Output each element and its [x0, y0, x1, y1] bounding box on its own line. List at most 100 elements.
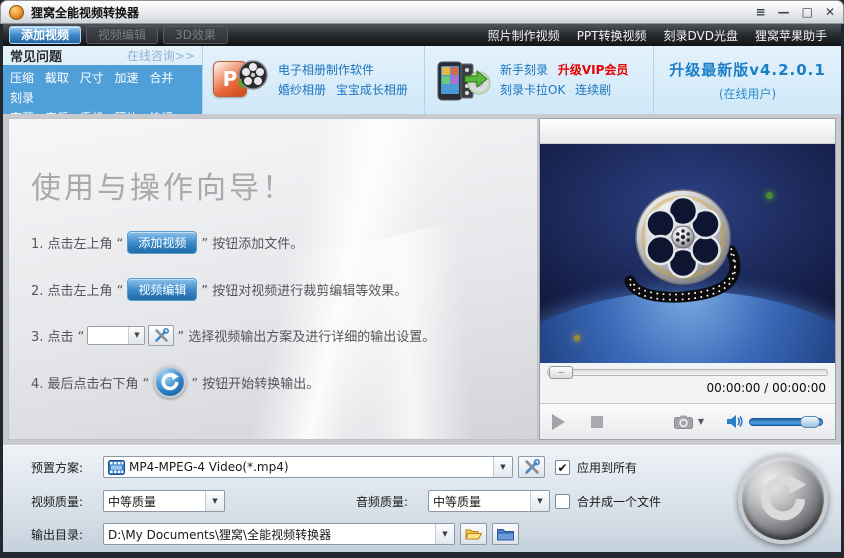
audio-quality-combobox[interactable]: 中等质量 ▼: [428, 490, 550, 512]
audio-quality-value: 中等质量: [433, 494, 482, 509]
volume-slider[interactable]: [749, 415, 823, 428]
preset-settings-button[interactable]: [518, 456, 545, 478]
output-dir-label: 输出目录:: [31, 527, 84, 542]
preview-panel: − 00:00:00 / 00:00:00 ▼: [539, 118, 836, 440]
close-icon[interactable]: ✕: [825, 5, 835, 19]
merge-checkbox[interactable]: [555, 494, 570, 509]
step3-preset-dropdown[interactable]: ▼: [87, 326, 146, 345]
title-bar: 狸窝全能视频转换器 ≡ — □ ✕: [0, 0, 844, 24]
tab-video-edit[interactable]: 视频编辑: [86, 26, 159, 44]
output-dir-value: D:\My Documents\狸窝\全能视频转换器: [108, 527, 332, 542]
faq-link-compress[interactable]: 压缩: [10, 71, 34, 85]
guide-step-3: 3. 点击 “ ▼ ” 选择视频输出方案及进行详细的输出设置。: [31, 325, 537, 346]
top-menu: 照片制作视频 PPT转换视频 刻录DVD光盘 狸窝苹果助手: [488, 27, 835, 44]
folder-icon: [497, 528, 514, 540]
video-screen: [540, 144, 835, 363]
minimize-icon[interactable]: —: [778, 5, 790, 19]
seek-handle[interactable]: −: [549, 366, 573, 379]
video-quality-label: 视频质量:: [31, 494, 84, 509]
convert-arrow-icon: [760, 474, 807, 521]
seek-track[interactable]: −: [547, 366, 828, 379]
tab-3d-effect[interactable]: 3D效果: [163, 26, 228, 44]
preset-combobox[interactable]: MP4-MPEG-4 Video(*.mp4) ▼: [103, 456, 513, 478]
convert-button[interactable]: [738, 454, 828, 544]
album-promo-line1[interactable]: 电子相册制作软件: [278, 60, 408, 80]
time-display: 00:00:00 / 00:00:00: [706, 381, 826, 395]
guide-title: 使用与操作向导！: [31, 171, 295, 206]
app-window: { "window": { "title": "狸窝全能视频转换器", "con…: [0, 0, 844, 558]
chevron-down-icon[interactable]: ▼: [128, 327, 145, 344]
preset-value: MP4-MPEG-4 Video(*.mp4): [129, 460, 289, 474]
open-folder-button[interactable]: [460, 523, 487, 545]
audio-quality-label: 音频质量:: [356, 494, 409, 509]
menu-item-photo-to-video[interactable]: 照片制作视频: [488, 27, 560, 44]
volume-icon[interactable]: [726, 414, 743, 429]
convert-hint-icon: [154, 366, 187, 398]
guide-step-2: 2. 点击左上角 “ 视频编辑 ” 按钮对视频进行裁剪编辑等效果。: [31, 278, 537, 301]
burn-promo[interactable]: 新手刻录 升级VIP会员 刻录卡拉OK 连续剧: [425, 46, 654, 114]
step2-text-post: ” 按钮对视频进行裁剪编辑等效果。: [201, 284, 408, 299]
newbie-burn-link[interactable]: 新手刻录: [500, 63, 548, 77]
merge-label: 合并成一个文件: [577, 495, 662, 509]
apply-all-label: 应用到所有: [577, 461, 638, 475]
faq-link-burn[interactable]: 刻录: [10, 91, 34, 105]
snapshot-camera-icon[interactable]: [673, 415, 693, 429]
step3-text-post: ” 选择视频输出方案及进行详细的输出设置。: [177, 330, 436, 345]
film-reel-icon: [238, 60, 268, 90]
karaoke-burn-link[interactable]: 刻录卡拉OK: [500, 83, 565, 97]
upgrade-vip-link[interactable]: 升级VIP会员: [558, 63, 629, 77]
promo-header: 常见问题 在线咨询>> 压缩 截取 尺寸 加速 合并 刻录 字幕 音乐 手机 照…: [3, 46, 841, 128]
step3-settings-button[interactable]: [148, 325, 175, 346]
check-icon: ✔: [557, 461, 568, 475]
faq-title: 常见问题: [10, 50, 63, 65]
open-folder-icon: [464, 529, 482, 540]
browse-folder-button[interactable]: [492, 523, 519, 545]
menu-item-ppt-to-video[interactable]: PPT转换视频: [577, 27, 647, 44]
chevron-down-icon[interactable]: ▼: [530, 491, 549, 511]
faq-link-clip[interactable]: 截取: [45, 71, 69, 85]
chevron-down-icon[interactable]: ▼: [493, 457, 512, 477]
faq-link-size[interactable]: 尺寸: [80, 71, 104, 85]
window-menu-icon[interactable]: ≡: [756, 5, 766, 19]
apply-all-checkbox[interactable]: ✔: [555, 460, 570, 475]
preview-toolbar: [540, 119, 835, 144]
wrench-icon: [155, 328, 169, 342]
app-logo-icon: [9, 4, 24, 20]
faq-link-speedup[interactable]: 加速: [115, 71, 139, 85]
chevron-down-icon[interactable]: ▼: [205, 491, 224, 511]
online-consult-link[interactable]: 在线咨询>>: [127, 47, 195, 64]
add-video-button[interactable]: 添加视频: [127, 231, 198, 254]
step3-text-pre: 3. 点击 “: [31, 330, 85, 345]
menu-item-apple-assistant[interactable]: 狸窝苹果助手: [755, 27, 827, 44]
video-quality-combobox[interactable]: 中等质量 ▼: [103, 490, 225, 512]
menu-item-burn-dvd[interactable]: 刻录DVD光盘: [664, 27, 738, 44]
step1-text-post: ” 按钮添加文件。: [201, 237, 304, 252]
guide-panel: 使用与操作向导！ 1. 点击左上角 “ 添加视频 ” 按钮添加文件。 2. 点击…: [8, 118, 538, 440]
video-edit-button[interactable]: 视频编辑: [127, 278, 198, 301]
volume-handle[interactable]: [800, 415, 820, 428]
tv-series-link[interactable]: 连续剧: [575, 83, 611, 97]
wedding-album-link[interactable]: 婚纱相册: [278, 83, 326, 97]
seek-bar: −: [540, 363, 835, 379]
tab-strip: 添加视频 视频编辑 3D效果 照片制作视频 PPT转换视频 刻录DVD光盘 狸窝…: [3, 24, 841, 46]
step1-text-pre: 1. 点击左上角 “: [31, 237, 124, 252]
baby-album-link[interactable]: 宝宝成长相册: [336, 83, 408, 97]
faq-link-merge[interactable]: 合并: [149, 71, 173, 85]
snapshot-dropdown-icon[interactable]: ▼: [698, 417, 704, 426]
chevron-down-icon[interactable]: ▼: [435, 524, 454, 544]
step2-text-pre: 2. 点击左上角 “: [31, 284, 124, 299]
window-title: 狸窝全能视频转换器: [31, 5, 140, 20]
main-area: 使用与操作向导！ 1. 点击左上角 “ 添加视频 ” 按钮添加文件。 2. 点击…: [3, 114, 841, 445]
upgrade-version-link[interactable]: 升级最新版v4.2.0.1: [654, 59, 841, 80]
stop-icon[interactable]: [591, 415, 603, 428]
guide-step-1: 1. 点击左上角 “ 添加视频 ” 按钮添加文件。: [31, 231, 537, 254]
output-settings-panel: 预置方案: MP4-MPEG-4 Video(*.mp4) ▼ 视频质量: 中等…: [3, 445, 841, 552]
playback-controls: ▼: [540, 403, 835, 439]
play-icon[interactable]: [552, 413, 565, 430]
upgrade-section[interactable]: 升级最新版v4.2.0.1 (在线用户): [654, 46, 841, 114]
output-dir-combobox[interactable]: D:\My Documents\狸窝\全能视频转换器 ▼: [103, 523, 455, 545]
maximize-icon[interactable]: □: [802, 5, 813, 19]
video-quality-value: 中等质量: [108, 494, 157, 509]
tab-add-video[interactable]: 添加视频: [9, 26, 82, 44]
album-promo[interactable]: P 电子相册制作软件 婚纱相册 宝宝成长相册: [203, 46, 425, 114]
